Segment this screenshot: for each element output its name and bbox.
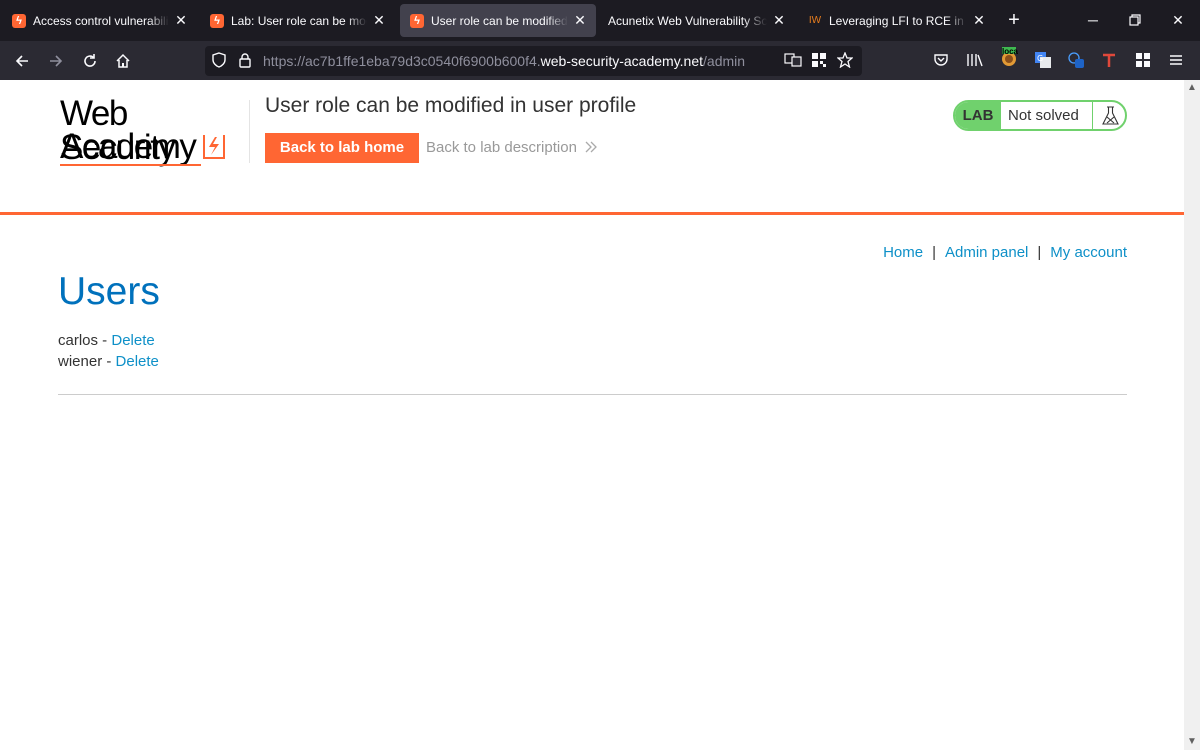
user-name: wiener xyxy=(58,353,103,370)
new-tab-button[interactable]: + xyxy=(1004,9,1024,31)
close-icon[interactable]: ✕ xyxy=(572,12,588,29)
flask-icon-container xyxy=(1092,102,1125,129)
tab-strip: ϟ Access control vulnerabilities ✕ ϟ Lab… xyxy=(0,0,1200,41)
url-host: web-security-academy.net xyxy=(540,53,704,69)
lab-title: User role can be modified in user profil… xyxy=(265,94,637,117)
back-arrow-icon[interactable] xyxy=(11,50,33,72)
back-to-lab-home-button[interactable]: Back to lab home xyxy=(265,133,419,163)
nav-separator: | xyxy=(1037,244,1042,261)
tab-lfi-rce[interactable]: IW Leveraging LFI to RCE in a website ✕ xyxy=(798,4,995,37)
library-icon[interactable] xyxy=(964,49,986,71)
tab-access-control[interactable]: ϟ Access control vulnerabilities ✕ xyxy=(2,4,197,37)
logo-line-2: Academy xyxy=(60,127,197,166)
lab-status-widget: LAB Not solved xyxy=(953,100,1127,131)
nav-separator: | xyxy=(932,244,936,261)
tab-label: Access control vulnerabilities xyxy=(33,13,169,28)
url-path: /admin xyxy=(703,53,746,69)
reload-icon[interactable] xyxy=(79,50,101,72)
shield-icon[interactable] xyxy=(208,49,230,71)
translate-js-icon[interactable] xyxy=(1065,49,1087,71)
tab-acunetix[interactable]: Acunetix Web Vulnerability Scanner ✕ xyxy=(598,4,795,37)
nav-admin-panel-link[interactable]: Admin panel xyxy=(945,244,1028,261)
tab-label: Acunetix Web Vulnerability Scanner xyxy=(608,13,767,28)
scroll-up-icon[interactable]: ▲ xyxy=(1184,80,1200,96)
delete-carlos-link[interactable]: Delete xyxy=(111,332,154,349)
tab-lab-description[interactable]: ϟ Lab: User role can be modified ✕ xyxy=(200,4,395,37)
users-heading: Users xyxy=(58,270,160,313)
lock-icon[interactable] xyxy=(234,49,256,71)
bolt-icon: ϟ xyxy=(410,13,424,28)
restore-icon[interactable] xyxy=(1125,10,1145,30)
svg-text:G: G xyxy=(1037,54,1043,63)
top-navigation: Home | Admin panel | My account xyxy=(883,244,1127,261)
url-text[interactable]: https://ac7b1ffe1eba79d3c0540f6900b600f4… xyxy=(263,53,745,69)
close-icon[interactable]: ✕ xyxy=(771,12,787,29)
scroll-down-icon[interactable]: ▼ xyxy=(1184,734,1200,750)
extensions-icon[interactable] xyxy=(1132,49,1154,71)
double-chevron-right-icon xyxy=(585,141,597,153)
bolt-icon: ϟ xyxy=(12,13,26,28)
logo-bolt-icon xyxy=(203,135,225,159)
translate-icon[interactable] xyxy=(782,49,804,71)
iw-favicon-icon: IW xyxy=(808,15,822,26)
t-extension-icon[interactable] xyxy=(1098,49,1120,71)
delete-wiener-link[interactable]: Delete xyxy=(116,353,159,370)
user-row: wiener - Delete xyxy=(58,353,159,370)
url-prefix: https://ac7b1ffe1eba79d3c0540f6900b600f4… xyxy=(263,53,541,69)
tab-label: Lab: User role can be modified xyxy=(231,13,367,28)
qr-code-icon[interactable] xyxy=(808,49,830,71)
extension-badge: loca xyxy=(1002,47,1019,56)
user-separator: - xyxy=(98,332,112,349)
header-orange-rule xyxy=(0,212,1184,215)
tab-label: Leveraging LFI to RCE in a website xyxy=(829,13,967,28)
user-separator: - xyxy=(102,353,116,370)
lab-status-text: Not solved xyxy=(1008,107,1079,124)
tab-label: User role can be modified in user profil… xyxy=(431,13,568,28)
minimize-icon[interactable]: ─ xyxy=(1083,10,1103,30)
window-close-icon[interactable]: ✕ xyxy=(1168,10,1188,30)
nav-home-link[interactable]: Home xyxy=(883,244,923,261)
back-to-lab-description-link[interactable]: Back to lab description xyxy=(426,139,577,156)
google-translate-icon[interactable]: G xyxy=(1032,49,1054,71)
pocket-icon[interactable] xyxy=(930,49,952,71)
flask-icon xyxy=(1102,106,1119,125)
web-security-academy-logo[interactable]: Web Security Academy xyxy=(60,96,248,169)
content-divider xyxy=(58,394,1127,395)
menu-icon[interactable] xyxy=(1165,49,1187,71)
lab-status-label: LAB xyxy=(955,102,1001,129)
close-icon[interactable]: ✕ xyxy=(173,12,189,29)
bolt-icon: ϟ xyxy=(210,13,224,28)
page-viewport xyxy=(0,80,1184,750)
vertical-scrollbar[interactable] xyxy=(1184,80,1200,750)
user-row: carlos - Delete xyxy=(58,332,155,349)
bookmark-star-icon[interactable] xyxy=(834,49,856,71)
close-icon[interactable]: ✕ xyxy=(971,12,987,29)
user-name: carlos xyxy=(58,332,99,349)
forward-arrow-icon[interactable] xyxy=(45,50,67,72)
tab-lab-active[interactable]: ϟ User role can be modified in user prof… xyxy=(400,4,596,37)
logo-underline xyxy=(60,164,201,166)
home-icon[interactable] xyxy=(112,50,134,72)
nav-my-account-link[interactable]: My account xyxy=(1050,244,1127,261)
close-icon[interactable]: ✕ xyxy=(371,12,387,29)
header-divider xyxy=(249,100,250,163)
